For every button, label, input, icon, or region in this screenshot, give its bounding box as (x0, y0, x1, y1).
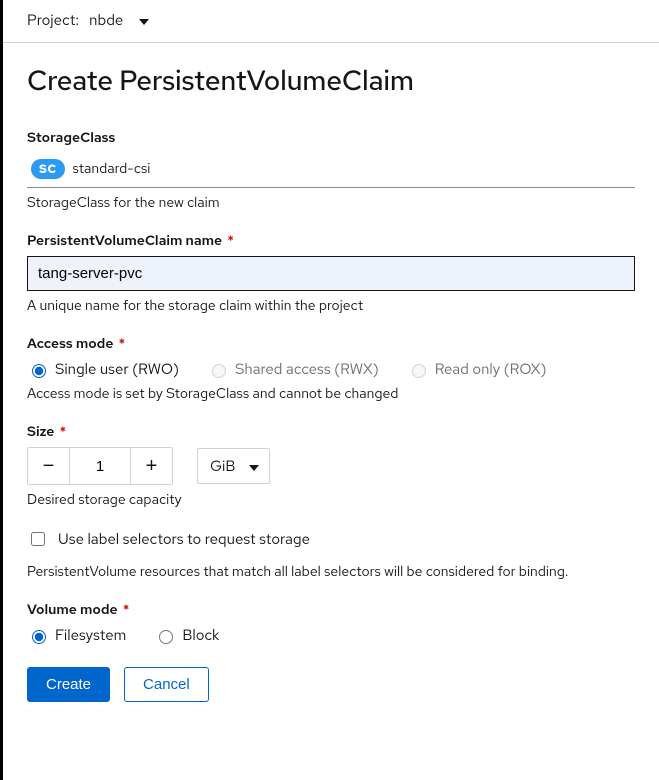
access-mode-label: Access mode * (27, 335, 635, 353)
radio-block[interactable] (159, 630, 173, 644)
required-icon: * (115, 335, 125, 353)
storageclass-value: standard-csi (73, 160, 151, 178)
page-title: Create PersistentVolumeClaim (27, 61, 635, 99)
size-decrement-button[interactable]: − (28, 448, 70, 484)
size-input[interactable] (70, 448, 130, 484)
storageclass-label: StorageClass (27, 129, 635, 147)
project-label: Project: (27, 10, 79, 30)
sc-badge-icon: SC (31, 159, 65, 179)
size-unit-select[interactable]: GiB (197, 448, 270, 484)
pvc-name-input[interactable] (27, 256, 635, 291)
storageclass-help: StorageClass for the new claim (27, 194, 635, 212)
form-actions: Create Cancel (27, 667, 635, 702)
access-mode-rox: Read only (ROX) (407, 359, 547, 379)
selectors-group: Use label selectors to request storage P… (27, 529, 635, 581)
size-stepper: − + (27, 447, 173, 485)
caret-down-icon (249, 456, 259, 476)
pvc-name-help: A unique name for the storage claim with… (27, 297, 635, 315)
size-help: Desired storage capacity (27, 491, 635, 509)
radio-rwo[interactable] (32, 364, 46, 378)
volume-mode-block[interactable]: Block (154, 625, 219, 645)
radio-filesystem[interactable] (32, 630, 46, 644)
access-mode-note: Access mode is set by StorageClass and c… (27, 385, 635, 403)
size-group: Size * − + GiB Desired storage capacity (27, 423, 635, 509)
use-selectors-checkbox[interactable] (31, 532, 45, 546)
storageclass-group: StorageClass SC standard-csi StorageClas… (27, 129, 635, 212)
create-button[interactable]: Create (27, 667, 110, 702)
cancel-button[interactable]: Cancel (124, 667, 209, 702)
selectors-help: PersistentVolume resources that match al… (27, 563, 635, 581)
access-mode-rwx: Shared access (RWX) (207, 359, 379, 379)
access-mode-rwo[interactable]: Single user (RWO) (27, 359, 179, 379)
size-increment-button[interactable]: + (130, 448, 172, 484)
volume-mode-group: Volume mode * Filesystem Block (27, 601, 635, 645)
required-icon: * (224, 232, 234, 250)
project-selector[interactable]: Project: nbde (3, 0, 659, 43)
volume-mode-filesystem[interactable]: Filesystem (27, 625, 126, 645)
pvc-name-label: PersistentVolumeClaim name * (27, 232, 635, 250)
radio-rwx (212, 364, 226, 378)
access-mode-group: Access mode * Single user (RWO) Shared a… (27, 335, 635, 403)
required-icon: * (56, 423, 66, 441)
storageclass-select[interactable]: SC standard-csi (27, 153, 635, 188)
radio-rox (412, 364, 426, 378)
required-icon: * (120, 601, 130, 619)
pvc-name-group: PersistentVolumeClaim name * A unique na… (27, 232, 635, 315)
use-selectors-checkbox-row[interactable]: Use label selectors to request storage (27, 529, 635, 549)
project-name: nbde (89, 10, 123, 30)
size-label: Size * (27, 423, 635, 441)
caret-down-icon (139, 10, 149, 30)
volume-mode-label: Volume mode * (27, 601, 635, 619)
